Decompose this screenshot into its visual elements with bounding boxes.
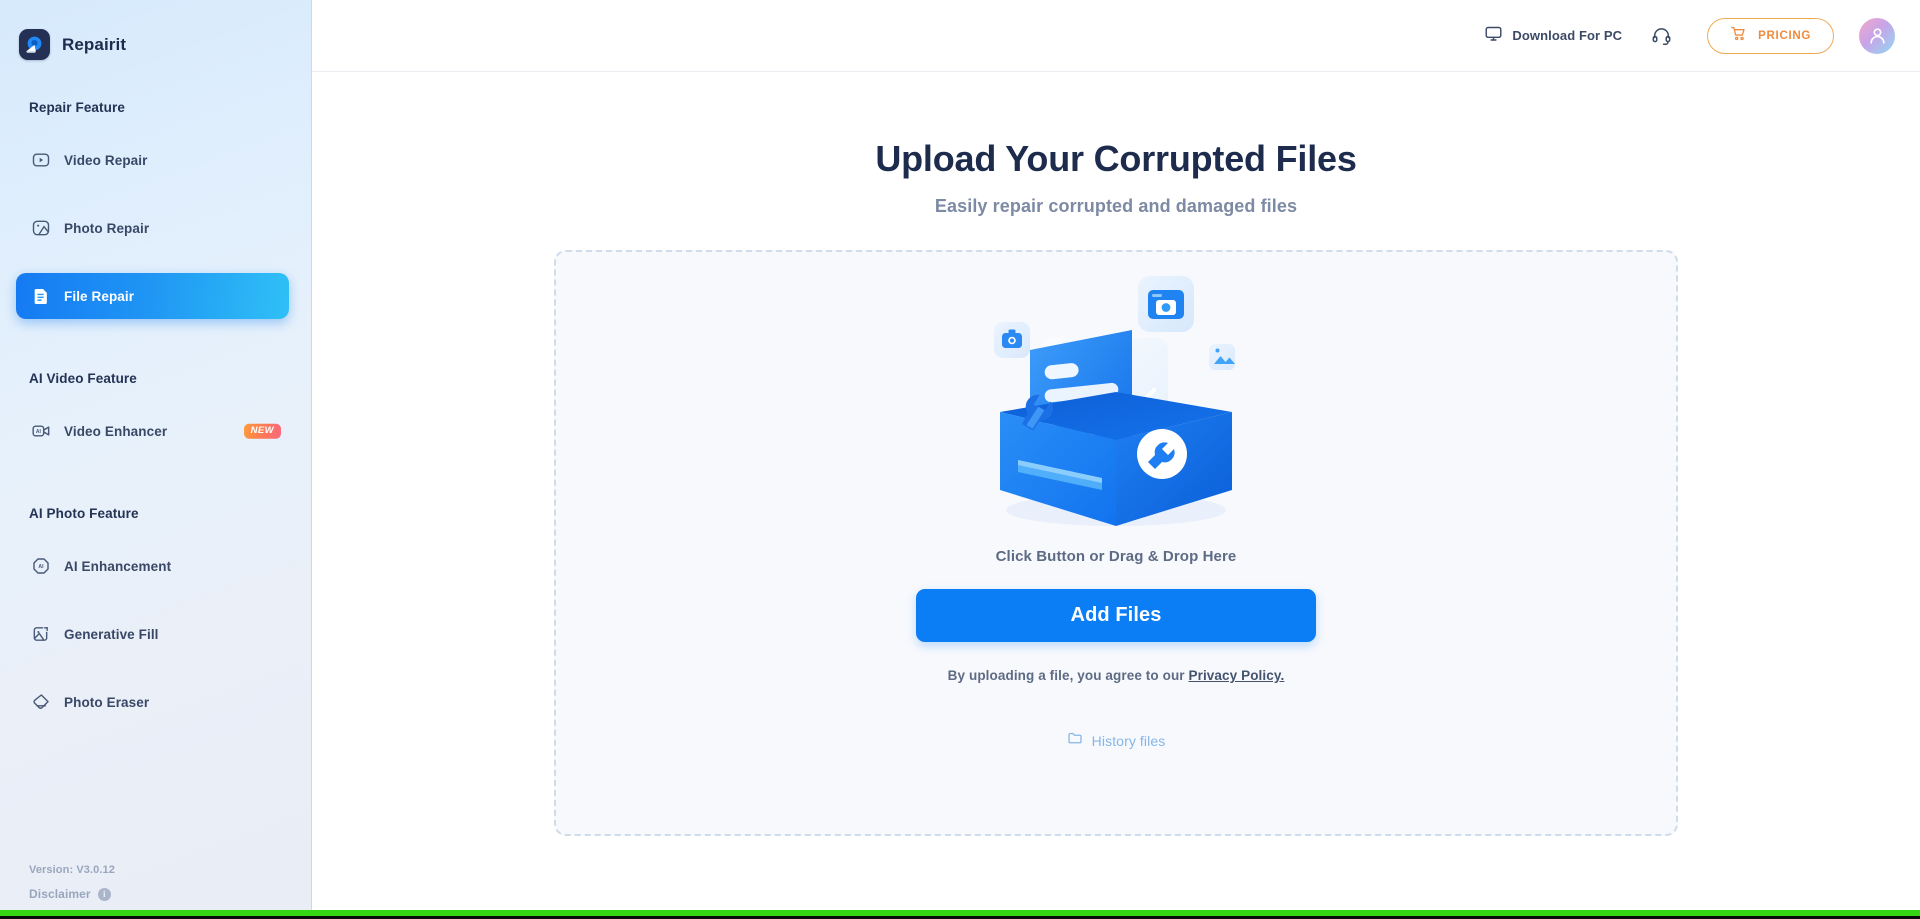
sidebar-item-photo-eraser[interactable]: Photo Eraser: [16, 679, 289, 725]
svg-text:AI: AI: [38, 564, 44, 570]
history-files-label: History files: [1091, 732, 1166, 749]
sidebar-item-ai-enhancement[interactable]: AI AI Enhancement: [16, 543, 289, 589]
sidebar-item-generative-fill[interactable]: Generative Fill: [16, 611, 289, 657]
privacy-policy-line: By uploading a file, you agree to our Pr…: [948, 668, 1285, 683]
shopping-cart-icon: [1730, 25, 1747, 47]
sidebar-item-photo-repair[interactable]: Photo Repair: [16, 205, 289, 251]
file-dropzone[interactable]: Click Button or Drag & Drop Here Add Fil…: [554, 250, 1678, 836]
pricing-button[interactable]: PRICING: [1707, 17, 1834, 54]
sidebar-item-file-repair[interactable]: File Repair: [16, 273, 289, 319]
sidebar-item-label: AI Enhancement: [64, 558, 172, 574]
eraser-icon: [30, 691, 52, 713]
ai-video-camera-icon: AI: [30, 420, 52, 442]
add-files-button[interactable]: Add Files: [916, 589, 1316, 642]
svg-text:AI: AI: [36, 429, 42, 435]
user-avatar-icon[interactable]: [1859, 17, 1895, 54]
headset-support-icon[interactable]: [1647, 22, 1675, 50]
privacy-policy-prefix: By uploading a file, you agree to our: [947, 668, 1189, 683]
nav-section-title-ai-video-feature: AI Video Feature: [29, 371, 137, 386]
page-title: Upload Your Corrupted Files: [875, 138, 1357, 179]
drop-hint-text: Click Button or Drag & Drop Here: [995, 548, 1237, 565]
generative-fill-icon: [30, 623, 52, 645]
folder-icon: [1067, 730, 1083, 751]
disclaimer-link[interactable]: Disclaimer: [29, 887, 91, 901]
brand-name: Repairit: [62, 34, 127, 54]
privacy-policy-link[interactable]: Privacy Policy.: [1189, 668, 1285, 683]
sidebar-item-label: Photo Repair: [64, 220, 150, 236]
bottom-status-bar: [0, 910, 1920, 919]
page-subtitle: Easily repair corrupted and damaged file…: [934, 196, 1298, 216]
nav-section-title-repair-feature: Repair Feature: [29, 100, 125, 115]
sidebar-item-label: File Repair: [64, 288, 135, 304]
document-file-icon: [30, 285, 52, 307]
history-files-button[interactable]: History files: [1067, 730, 1166, 751]
status-badge-new: NEW: [243, 423, 281, 439]
app-root: Repairit Repair Feature Video Repair Pho…: [0, 0, 1920, 919]
ai-sparkle-badge-icon: AI: [30, 555, 52, 577]
sidebar-item-label: Photo Eraser: [64, 694, 150, 710]
main-panel: Download For PC PRICING Upload Your Corr…: [312, 0, 1920, 919]
nav-section-title-ai-photo-feature: AI Photo Feature: [29, 506, 139, 521]
sidebar-item-label: Video Enhancer: [64, 423, 168, 439]
sidebar: Repairit Repair Feature Video Repair Pho…: [0, 0, 312, 919]
download-for-pc-button[interactable]: Download For PC: [1484, 24, 1622, 48]
sidebar-item-video-repair[interactable]: Video Repair: [16, 137, 289, 183]
topbar: Download For PC PRICING: [312, 0, 1920, 72]
sidebar-nav: Repair Feature Video Repair Photo Repair…: [0, 72, 311, 864]
disclaimer-row[interactable]: Disclaimer i: [29, 887, 311, 901]
content-area: Upload Your Corrupted Files Easily repai…: [312, 72, 1920, 919]
toolbox-repair-files-illustration: [966, 264, 1266, 542]
download-for-pc-label: Download For PC: [1512, 28, 1623, 43]
version-text: Version: V3.0.12: [29, 864, 115, 876]
monitor-icon: [1484, 24, 1503, 48]
pricing-label: PRICING: [1758, 29, 1811, 42]
sidebar-item-label: Generative Fill: [64, 626, 159, 642]
brand: Repairit: [0, 0, 311, 72]
sidebar-item-video-enhancer[interactable]: AI Video Enhancer NEW: [16, 408, 289, 454]
sidebar-item-label: Video Repair: [64, 152, 148, 168]
photo-image-icon: [30, 217, 52, 239]
repairit-logo-icon: [19, 29, 50, 60]
video-play-icon: [30, 149, 52, 171]
info-circle-icon[interactable]: i: [97, 887, 111, 901]
